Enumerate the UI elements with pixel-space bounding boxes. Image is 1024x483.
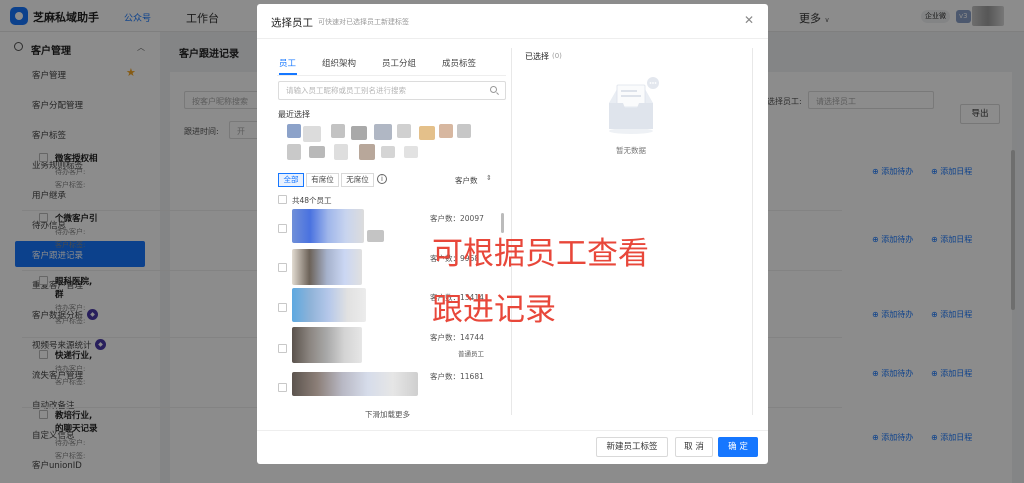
avatar[interactable] (359, 144, 375, 160)
avatar[interactable] (419, 126, 435, 140)
sort-icon[interactable]: ⇕ (486, 174, 492, 182)
staff-search-input[interactable] (278, 81, 506, 100)
filter-without-seat[interactable]: 无席位 (341, 173, 374, 187)
avatar[interactable] (287, 144, 301, 160)
filter-all[interactable]: 全部 (278, 173, 304, 187)
role-tag: 普通员工 (458, 350, 484, 358)
column-divider (752, 48, 753, 415)
avatar[interactable] (287, 124, 301, 138)
annotation-line-1: 可根据员工查看 (432, 236, 649, 272)
employee-checkbox[interactable] (278, 303, 287, 312)
avatar[interactable] (331, 124, 345, 138)
avatar (292, 288, 366, 322)
select-all-checkbox[interactable] (278, 195, 287, 204)
divider (257, 430, 768, 431)
avatar[interactable] (397, 124, 411, 138)
cancel-button[interactable]: 取 消 (675, 437, 713, 457)
avatar[interactable] (309, 146, 325, 158)
empty-state-text: 暂无数据 (616, 146, 646, 155)
tab-member-tags[interactable]: 成员标签 (442, 57, 476, 69)
filter-with-seat[interactable]: 有席位 (306, 173, 339, 187)
total-staff-count: 共48个员工 (292, 196, 332, 205)
tab-staff-groups[interactable]: 员工分组 (382, 57, 416, 69)
avatar[interactable] (381, 146, 395, 158)
empty-inbox-icon (609, 77, 659, 134)
avatar[interactable] (374, 124, 392, 140)
avatar[interactable] (303, 126, 321, 142)
divider (257, 38, 768, 39)
info-icon[interactable]: i (377, 174, 387, 184)
recent-selection-avatars[interactable] (279, 122, 475, 164)
new-staff-tag-button[interactable]: 新建员工标签 (596, 437, 668, 457)
employee-checkbox[interactable] (278, 344, 287, 353)
selected-count: (0) (552, 52, 562, 60)
active-tab-indicator (279, 73, 297, 75)
customer-count: 客户数：20097 (430, 214, 484, 223)
employee-checkbox[interactable] (278, 383, 287, 392)
avatar[interactable] (457, 124, 471, 138)
avatar[interactable] (334, 144, 348, 160)
avatar[interactable] (439, 124, 453, 138)
tab-staff[interactable]: 员工 (279, 57, 296, 69)
avatar (292, 327, 362, 363)
annotation-line-2: 跟进记录 (432, 292, 556, 328)
close-icon[interactable]: ✕ (744, 13, 754, 27)
tab-org-structure[interactable]: 组织架构 (322, 57, 356, 69)
sort-by-customers[interactable]: 客户数 (455, 175, 478, 186)
search-icon[interactable] (490, 86, 497, 93)
confirm-button[interactable]: 确 定 (718, 437, 758, 457)
avatar[interactable] (351, 126, 367, 140)
dialog-subtitle: 可快速对已选择员工新建标签 (318, 18, 409, 26)
avatar (292, 209, 364, 243)
customer-count: 客户数：11681 (430, 372, 484, 381)
employee-checkbox[interactable] (278, 224, 287, 233)
employee-checkbox[interactable] (278, 263, 287, 272)
load-more-hint: 下滑加载更多 (365, 410, 410, 419)
customer-count: 客户数：14744 (430, 333, 484, 342)
avatar (292, 249, 362, 285)
dialog-title: 选择员工 (271, 17, 313, 29)
recent-selection-label: 最近选择 (278, 110, 310, 119)
avatar (292, 372, 418, 396)
avatar[interactable] (404, 146, 418, 158)
selected-panel-title: 已选择 (525, 52, 549, 61)
employee-name-blurred (367, 230, 384, 242)
tab-bar-divider (277, 75, 506, 76)
